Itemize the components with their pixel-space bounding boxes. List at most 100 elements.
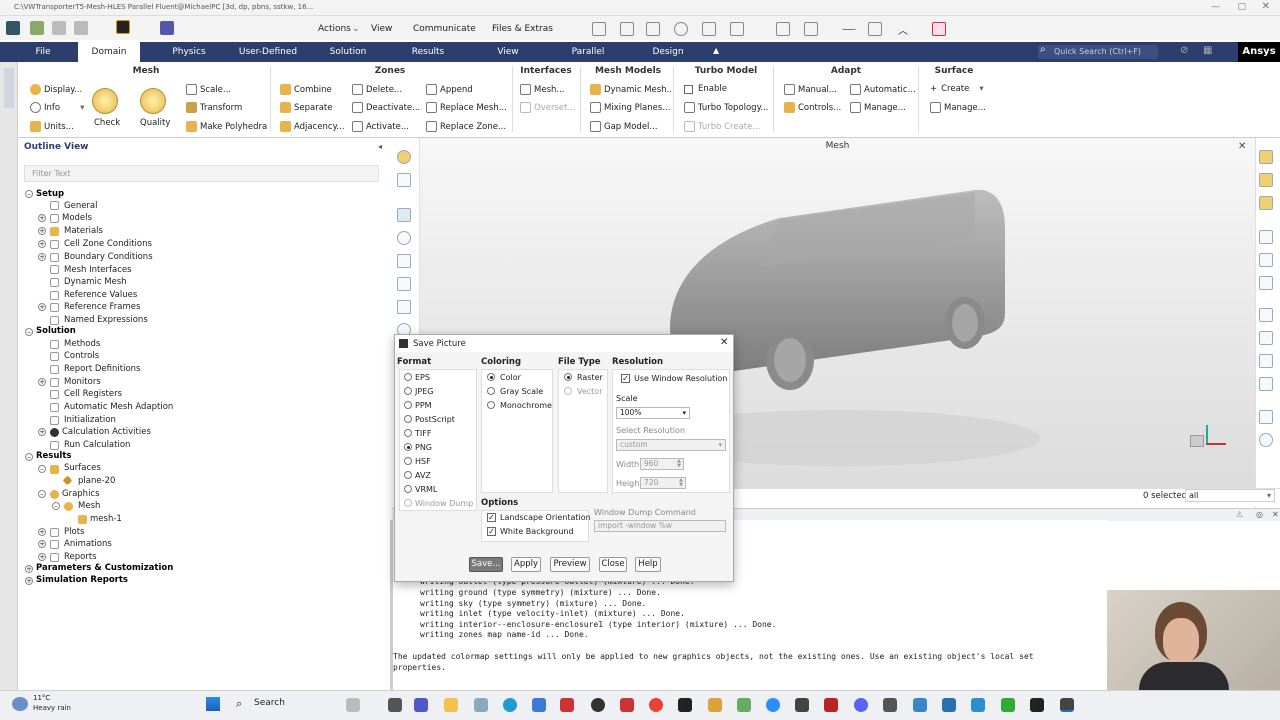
- calculator-app-icon[interactable]: [795, 698, 809, 712]
- activate-button[interactable]: Activate...: [352, 121, 409, 132]
- tree-automatic-mesh-adaption[interactable]: Automatic Mesh Adaption: [64, 402, 173, 412]
- pen-icon[interactable]: [913, 698, 927, 712]
- download-icon[interactable]: [730, 22, 744, 36]
- tree-monitors[interactable]: Monitors: [64, 377, 101, 387]
- layout-icon[interactable]: [397, 173, 411, 187]
- turbo-create-button[interactable]: Turbo Create...: [684, 121, 760, 132]
- copy-icon[interactable]: [1259, 410, 1273, 424]
- colormap-icon[interactable]: [1259, 150, 1273, 164]
- filter-text-input[interactable]: Filter Text: [24, 165, 379, 182]
- capture-icon[interactable]: [620, 698, 634, 712]
- tree-cell-registers[interactable]: Cell Registers: [64, 389, 122, 399]
- expand-icon[interactable]: +: [38, 227, 46, 235]
- tree-reference-values[interactable]: Reference Values: [64, 290, 137, 300]
- record-icon[interactable]: [1259, 433, 1273, 447]
- tree-plots[interactable]: Plots: [64, 527, 84, 537]
- display-options-icon[interactable]: [397, 150, 411, 164]
- filetype-vector-radio[interactable]: [564, 387, 572, 395]
- phone-icon[interactable]: [646, 22, 660, 36]
- expand-icon[interactable]: +: [38, 378, 46, 386]
- coloring-mono-radio[interactable]: [487, 401, 495, 409]
- layout-icon[interactable]: ▦: [1203, 45, 1212, 56]
- app-icon[interactable]: [6, 21, 20, 35]
- pointer-icon[interactable]: [397, 208, 411, 222]
- close-console-icon[interactable]: ✕: [1272, 510, 1279, 519]
- mixing-planes-button[interactable]: Mixing Planes...: [590, 102, 670, 113]
- select-resolution-select[interactable]: custom ▾: [616, 439, 726, 451]
- tree-setup[interactable]: Setup: [36, 189, 64, 199]
- actions-menu[interactable]: Actions: [318, 24, 351, 34]
- tree-materials[interactable]: Materials: [64, 226, 103, 236]
- close-button[interactable]: Close: [599, 557, 627, 572]
- expand-icon[interactable]: +: [25, 577, 33, 585]
- adapt-automatic-button[interactable]: Automatic...: [850, 84, 916, 95]
- tree-calculation-activities[interactable]: Calculation Activities: [62, 427, 151, 437]
- tree-mesh[interactable]: Mesh: [78, 501, 100, 511]
- monitor-icon[interactable]: [702, 22, 716, 36]
- collapse-icon[interactable]: –: [25, 190, 33, 198]
- taskbar-search[interactable]: Search: [254, 698, 285, 708]
- files-extras-menu[interactable]: Files & Extras: [492, 24, 553, 34]
- weather-icon[interactable]: [12, 697, 28, 711]
- notes-icon[interactable]: [1259, 354, 1273, 368]
- coloring-gray-radio[interactable]: [487, 387, 495, 395]
- rotate-icon[interactable]: [397, 231, 411, 245]
- workbench-app-icon[interactable]: [678, 698, 692, 712]
- camera-icon[interactable]: [620, 22, 634, 36]
- replace-mesh-button[interactable]: Replace Mesh...: [426, 102, 507, 113]
- tree-methods[interactable]: Methods: [64, 339, 100, 349]
- calculator-icon[interactable]: [592, 22, 606, 36]
- expand-icon[interactable]: +: [38, 214, 46, 222]
- tree-general[interactable]: General: [64, 201, 98, 211]
- tree-named-expressions[interactable]: Named Expressions: [64, 315, 148, 325]
- collapse-icon[interactable]: –: [52, 502, 60, 510]
- format-avz-radio[interactable]: [404, 471, 412, 479]
- tool-icon[interactable]: [708, 698, 722, 712]
- overset-button[interactable]: Overset...: [520, 102, 576, 113]
- format-png-radio[interactable]: [404, 443, 412, 451]
- tab-results[interactable]: Results: [406, 42, 450, 62]
- make-polyhedra-button[interactable]: Make Polyhedra: [186, 121, 267, 132]
- tree-controls[interactable]: Controls: [64, 351, 99, 361]
- fluent-running-icon[interactable]: [1060, 698, 1074, 712]
- tab-physics[interactable]: Physics: [166, 42, 212, 62]
- minus-icon[interactable]: [842, 22, 856, 30]
- console-settings-icon[interactable]: ◎: [1256, 510, 1263, 519]
- turbo-enable-checkbox[interactable]: [684, 85, 693, 94]
- expand-icon[interactable]: +: [38, 528, 46, 536]
- surface-manage-button[interactable]: Manage...: [930, 102, 986, 113]
- combine-button[interactable]: Combine: [280, 84, 332, 95]
- task-page-strip[interactable]: [0, 62, 18, 692]
- zoom-box-icon[interactable]: [397, 300, 411, 314]
- check-button[interactable]: Check: [94, 118, 120, 128]
- tab-domain[interactable]: Domain: [78, 42, 140, 62]
- hand-icon[interactable]: [1259, 173, 1273, 187]
- display-button[interactable]: Display...: [30, 84, 82, 95]
- zoom-app-icon[interactable]: [766, 698, 780, 712]
- quality-icon[interactable]: [140, 88, 166, 114]
- format-ppm-radio[interactable]: [404, 401, 412, 409]
- mesh-app-icon[interactable]: [737, 698, 751, 712]
- chevron-up-icon[interactable]: ︿: [896, 22, 910, 37]
- white-background-checkbox[interactable]: ✓: [487, 527, 496, 536]
- tree-boundary-conditions[interactable]: Boundary Conditions: [64, 252, 153, 262]
- tab-solution[interactable]: Solution: [326, 42, 370, 62]
- light-icon[interactable]: [1259, 196, 1273, 210]
- tree-surfaces[interactable]: Surfaces: [64, 463, 101, 473]
- display-app-icon[interactable]: [942, 698, 956, 712]
- zoom-icon[interactable]: [397, 277, 411, 291]
- filetype-raster-radio[interactable]: [564, 373, 572, 381]
- search-input[interactable]: Quick Search (Ctrl+F): [1038, 45, 1158, 59]
- version-icon[interactable]: [824, 698, 838, 712]
- collapse-ribbon-icon[interactable]: ▲: [713, 46, 719, 55]
- gap-model-button[interactable]: Gap Model...: [590, 121, 658, 132]
- collapse-panel-icon[interactable]: ◂: [378, 142, 382, 151]
- redo-icon[interactable]: [74, 21, 88, 35]
- tree-parameters-customization[interactable]: Parameters & Customization: [36, 563, 173, 573]
- chrome-icon[interactable]: [649, 698, 663, 712]
- discord-icon[interactable]: [854, 698, 868, 712]
- selection-filter-select[interactable]: all ▾: [1185, 489, 1275, 502]
- width-input[interactable]: 960 ▲ ▼: [640, 458, 684, 470]
- dynamic-mesh-button[interactable]: Dynamic Mesh...: [590, 84, 675, 95]
- delete-button[interactable]: Delete...: [352, 84, 402, 95]
